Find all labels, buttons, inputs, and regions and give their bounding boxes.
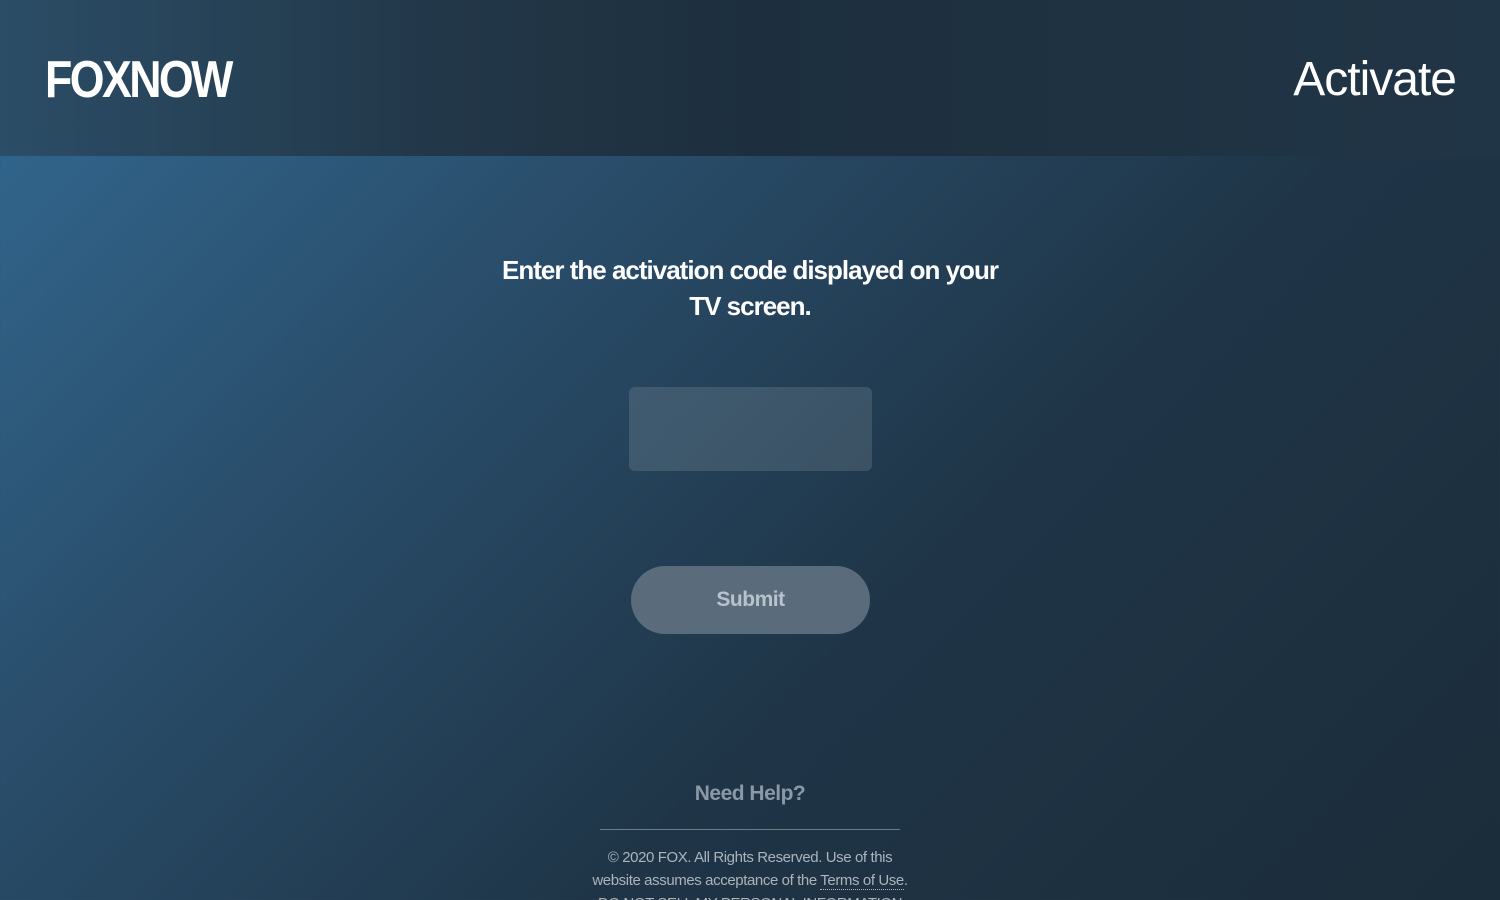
footer-text: © 2020 FOX. All Rights Reserved. Use of … bbox=[590, 846, 910, 900]
activation-code-input[interactable] bbox=[629, 387, 872, 471]
page-title: Activate bbox=[1293, 53, 1457, 106]
activation-instructions: Enter the activation code displayed on y… bbox=[502, 255, 999, 321]
terms-suffix: . bbox=[903, 872, 908, 889]
terms-of-use-link[interactable]: Terms of Use bbox=[820, 872, 904, 890]
footer-divider bbox=[600, 829, 900, 830]
do-not-sell-link[interactable]: Do Not Sell My Personal Information bbox=[590, 892, 910, 900]
need-help-link[interactable]: Need Help? bbox=[600, 780, 900, 808]
header-bar: FOXNOW Activate bbox=[0, 0, 1500, 156]
submit-button[interactable]: Submit bbox=[631, 566, 870, 634]
foxnow-logo[interactable]: FOXNOW bbox=[45, 52, 233, 108]
